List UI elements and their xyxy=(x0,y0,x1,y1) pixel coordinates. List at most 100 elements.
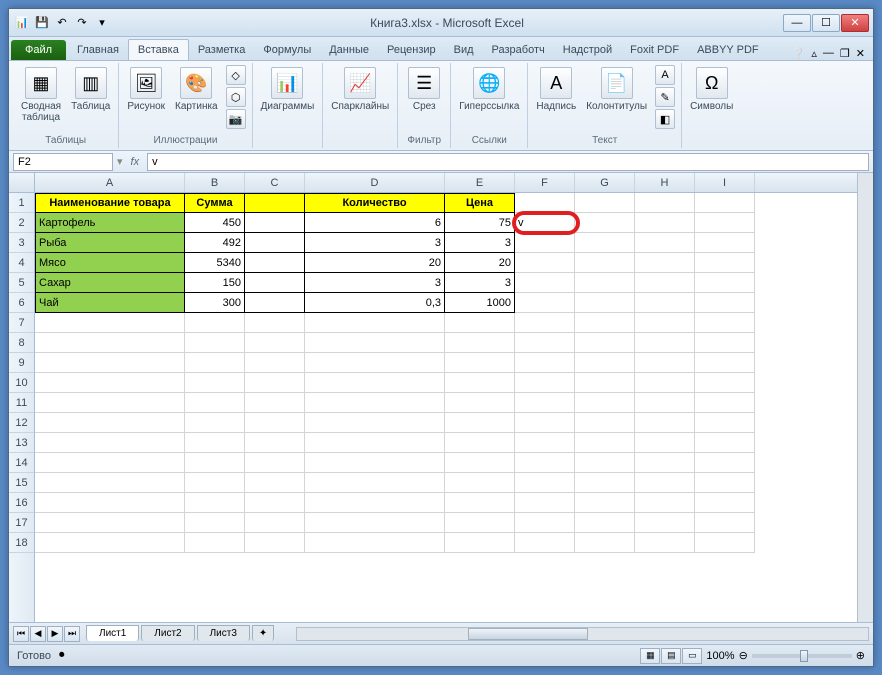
col-header-I[interactable]: I xyxy=(695,173,755,192)
cell-F14[interactable] xyxy=(515,453,575,473)
cell-G5[interactable] xyxy=(575,273,635,293)
cell-C11[interactable] xyxy=(245,393,305,413)
cell-E4[interactable]: 20 xyxy=(445,253,515,273)
sheet-prev-icon[interactable]: ◀ xyxy=(30,626,46,642)
cell-D11[interactable] xyxy=(305,393,445,413)
cell-A2[interactable]: Картофель xyxy=(35,213,185,233)
table-button[interactable]: ▥Таблица xyxy=(69,65,112,114)
cell-H13[interactable] xyxy=(635,433,695,453)
cell-F3[interactable] xyxy=(515,233,575,253)
cell-G10[interactable] xyxy=(575,373,635,393)
cell-C4[interactable] xyxy=(245,253,305,273)
cell-F8[interactable] xyxy=(515,333,575,353)
col-header-E[interactable]: E xyxy=(445,173,515,192)
cell-E13[interactable] xyxy=(445,433,515,453)
cell-E12[interactable] xyxy=(445,413,515,433)
cell-G2[interactable] xyxy=(575,213,635,233)
cell-D9[interactable] xyxy=(305,353,445,373)
vertical-scrollbar[interactable] xyxy=(857,173,873,622)
tab-addins[interactable]: Надстрой xyxy=(554,40,621,60)
cell-B15[interactable] xyxy=(185,473,245,493)
cell-H3[interactable] xyxy=(635,233,695,253)
cell-G14[interactable] xyxy=(575,453,635,473)
doc-close-icon[interactable]: ✕ xyxy=(856,47,865,60)
name-box-dropdown-icon[interactable]: ▾ xyxy=(117,155,123,168)
cell-D4[interactable]: 20 xyxy=(305,253,445,273)
row-header-9[interactable]: 9 xyxy=(9,353,34,373)
sheet-next-icon[interactable]: ▶ xyxy=(47,626,63,642)
cell-I14[interactable] xyxy=(695,453,755,473)
zoom-slider[interactable] xyxy=(752,654,852,658)
cell-G9[interactable] xyxy=(575,353,635,373)
cell-D17[interactable] xyxy=(305,513,445,533)
doc-restore-icon[interactable]: ❐ xyxy=(840,47,850,60)
tab-insert[interactable]: Вставка xyxy=(128,39,189,60)
cell-A1[interactable]: Наименование товара xyxy=(35,193,185,213)
row-header-10[interactable]: 10 xyxy=(9,373,34,393)
cell-A14[interactable] xyxy=(35,453,185,473)
cell-I8[interactable] xyxy=(695,333,755,353)
cell-G12[interactable] xyxy=(575,413,635,433)
charts-button[interactable]: 📊Диаграммы xyxy=(259,65,317,114)
col-header-F[interactable]: F xyxy=(515,173,575,192)
cell-E14[interactable] xyxy=(445,453,515,473)
cell-E18[interactable] xyxy=(445,533,515,553)
cell-F10[interactable] xyxy=(515,373,575,393)
cell-G18[interactable] xyxy=(575,533,635,553)
cell-B16[interactable] xyxy=(185,493,245,513)
cell-B12[interactable] xyxy=(185,413,245,433)
row-header-16[interactable]: 16 xyxy=(9,493,34,513)
cell-E3[interactable]: 3 xyxy=(445,233,515,253)
cell-F5[interactable] xyxy=(515,273,575,293)
minimize-button[interactable]: — xyxy=(783,14,811,32)
cell-D7[interactable] xyxy=(305,313,445,333)
tab-developer[interactable]: Разработч xyxy=(483,40,554,60)
cell-B5[interactable]: 150 xyxy=(185,273,245,293)
cell-I7[interactable] xyxy=(695,313,755,333)
save-icon[interactable]: 💾 xyxy=(33,14,51,32)
cell-B7[interactable] xyxy=(185,313,245,333)
cell-F12[interactable] xyxy=(515,413,575,433)
row-header-14[interactable]: 14 xyxy=(9,453,34,473)
cell-H17[interactable] xyxy=(635,513,695,533)
cell-A15[interactable] xyxy=(35,473,185,493)
cell-C3[interactable] xyxy=(245,233,305,253)
wordart-icon[interactable]: A xyxy=(655,65,675,85)
cell-F13[interactable] xyxy=(515,433,575,453)
cell-C17[interactable] xyxy=(245,513,305,533)
cell-E10[interactable] xyxy=(445,373,515,393)
sheet-last-icon[interactable]: ⏭ xyxy=(64,626,80,642)
cell-F15[interactable] xyxy=(515,473,575,493)
fx-icon[interactable]: fx xyxy=(127,156,144,168)
cell-E8[interactable] xyxy=(445,333,515,353)
cell-A17[interactable] xyxy=(35,513,185,533)
cell-H1[interactable] xyxy=(635,193,695,213)
cell-I17[interactable] xyxy=(695,513,755,533)
hscroll-thumb[interactable] xyxy=(468,628,588,640)
cell-I1[interactable] xyxy=(695,193,755,213)
cell-B13[interactable] xyxy=(185,433,245,453)
cell-G17[interactable] xyxy=(575,513,635,533)
horizontal-scrollbar[interactable] xyxy=(296,627,869,641)
cell-D13[interactable] xyxy=(305,433,445,453)
zoom-level[interactable]: 100% xyxy=(706,650,734,662)
row-header-7[interactable]: 7 xyxy=(9,313,34,333)
cell-B4[interactable]: 5340 xyxy=(185,253,245,273)
cell-A10[interactable] xyxy=(35,373,185,393)
redo-icon[interactable]: ↷ xyxy=(73,14,91,32)
sheet-first-icon[interactable]: ⏮ xyxy=(13,626,29,642)
tab-home[interactable]: Главная xyxy=(68,40,128,60)
cell-D14[interactable] xyxy=(305,453,445,473)
cell-F1[interactable] xyxy=(515,193,575,213)
cell-H12[interactable] xyxy=(635,413,695,433)
pivot-table-button[interactable]: ▦Сводная таблица xyxy=(19,65,63,125)
cell-D18[interactable] xyxy=(305,533,445,553)
cell-I11[interactable] xyxy=(695,393,755,413)
cell-G3[interactable] xyxy=(575,233,635,253)
cell-D10[interactable] xyxy=(305,373,445,393)
cell-G13[interactable] xyxy=(575,433,635,453)
row-header-5[interactable]: 5 xyxy=(9,273,34,293)
cell-E6[interactable]: 1000 xyxy=(445,293,515,313)
col-header-B[interactable]: B xyxy=(185,173,245,192)
clipart-button[interactable]: 🎨Картинка xyxy=(173,65,220,114)
